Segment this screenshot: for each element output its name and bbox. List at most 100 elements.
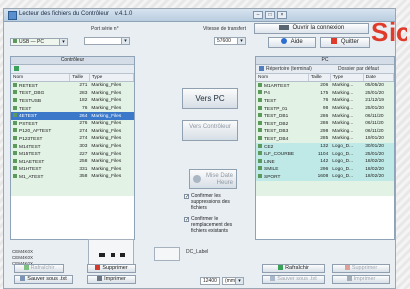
help-button[interactable]: Aide <box>268 37 316 48</box>
table-row[interactable] <box>256 188 394 196</box>
table-row[interactable]: CE2 132 Logo_D... 30/01/20 <box>256 142 394 151</box>
table-row[interactable] <box>11 188 134 196</box>
file-icon <box>13 166 17 171</box>
controller-column-header[interactable]: Nom <box>11 74 71 82</box>
table-cell-name: SPORT <box>256 173 309 181</box>
cell-text: SMILE <box>264 167 279 173</box>
pc-panel: PC Répertoire (terminal) Dossier par déf… <box>255 56 395 240</box>
cell-text: 18/02/20 <box>365 174 384 180</box>
table-row[interactable]: LINE 142 Logo_D... 18/02/20 <box>256 157 394 166</box>
table-row[interactable]: RETEST 271 Marking_Files <box>11 81 134 90</box>
right-save-txt-button[interactable]: Sauver sous .txt <box>262 275 325 284</box>
cell-text: Marking... <box>332 83 354 89</box>
right-refresh-button[interactable]: Rafraîchir <box>262 264 325 273</box>
file-icon <box>13 128 17 133</box>
right-save-txt-label: Sauver sous .txt <box>277 276 317 282</box>
open-connection-button[interactable]: Ouvrir la connexion <box>254 23 369 34</box>
cell-text: 274 <box>79 136 88 142</box>
quit-button[interactable]: Quitter <box>320 37 370 48</box>
cell-text: Marking_Files <box>91 98 122 104</box>
right-refresh-label: Rafraîchir <box>285 265 309 271</box>
cell-text: LINE <box>264 159 275 165</box>
table-row[interactable]: P4 175 Marking... 25/01/20 <box>256 89 394 98</box>
pc-default-folder[interactable]: Dossier par défaut <box>338 66 379 72</box>
controller-column-header[interactable]: Taille <box>69 74 90 82</box>
table-cell-size: 175 <box>308 89 331 98</box>
table-row[interactable] <box>256 180 394 189</box>
file-icon <box>258 166 262 171</box>
table-row[interactable]: P120_AFTEST 274 Marking_Files <box>11 127 134 136</box>
port-select[interactable]: ▾ <box>84 37 130 45</box>
table-cell-date: 18/02/20 <box>363 165 394 174</box>
table-cell-name: SMILE <box>256 165 309 174</box>
zoom-unit-select[interactable]: (mm) ▾ <box>222 277 244 285</box>
to-controller-button[interactable]: Vers Contrôleur <box>182 120 238 141</box>
table-cell-size: 331 <box>69 165 90 174</box>
file-icon <box>258 173 262 178</box>
cell-text: 286 <box>320 121 329 127</box>
table-row[interactable]: TEST_DBG 283 Marking_Files <box>11 89 134 98</box>
cell-text: 25/01/20 <box>365 106 384 112</box>
left-print-button[interactable]: Imprimer <box>87 275 136 284</box>
minimize-icon[interactable]: – <box>253 11 263 19</box>
cell-text: Marking_Files <box>91 166 122 172</box>
cell-text: 132 <box>320 144 329 150</box>
right-delete-button[interactable]: Supprimer <box>332 264 390 273</box>
left-refresh-button[interactable]: Rafraîchir <box>14 264 64 273</box>
svg-text:S: S <box>371 17 388 47</box>
to-pc-button[interactable]: Vers PC <box>182 88 238 109</box>
table-row[interactable]: TEST_DB3 298 Marking... 06/11/20 <box>256 127 394 136</box>
table-row[interactable]: M14TEST 303 Marking_Files <box>11 142 134 151</box>
table-row[interactable]: M1_ATEST 358 Marking_Files <box>11 173 134 181</box>
table-cell-name: PSTEST <box>11 119 70 128</box>
title-bar: Lecteur des fichiers du Contrôleur v.4.1… <box>4 9 395 22</box>
cell-text: 285 <box>320 136 329 142</box>
pc-column-header[interactable]: Taille <box>308 74 331 82</box>
open-connection-label: Ouvrir la connexion <box>292 25 345 31</box>
table-row[interactable]: TESTUSB 182 Marking_Files <box>11 97 134 105</box>
cell-text: P120_AFTEST <box>19 129 52 135</box>
table-row[interactable]: TEST 76 Marking... 21/12/19 <box>256 97 394 105</box>
cell-text: Marking_Files <box>91 121 122 127</box>
table-row[interactable]: SPORT 1608 Logo_D... 18/02/20 <box>256 173 394 181</box>
close-icon[interactable]: × <box>277 11 287 19</box>
cell-text: 18/02/20 <box>365 159 384 165</box>
right-print-button[interactable]: Imprimer <box>332 275 390 284</box>
table-row[interactable]: TEST_DB4 285 Marking... 19/01/20 <box>256 135 394 143</box>
table-row[interactable]: TEST_DB2 286 Marking... 06/11/20 <box>256 119 394 128</box>
table-row[interactable]: TEST 76 Marking_Files <box>11 104 134 113</box>
pc-column-header[interactable]: Date <box>363 74 394 82</box>
table-row[interactable]: P123TEST 274 Marking_Files <box>11 135 134 143</box>
cell-text: 258 <box>79 159 88 165</box>
controller-panel: Contrôleur Nom Taille Type RETEST 271 Markin… <box>10 56 135 240</box>
quit-label: Quitter <box>340 39 359 45</box>
table-row[interactable]: M15TEST 227 Marking_Files <box>11 150 134 158</box>
table-row[interactable]: TESTP_01 98 Marking... 25/01/20 <box>256 104 394 113</box>
file-icon <box>258 90 262 95</box>
table-cell-type: Logo_D... <box>330 157 364 166</box>
maximize-icon[interactable]: □ <box>265 11 275 19</box>
table-row[interactable]: SMILE 296 Logo_D... 18/02/20 <box>256 165 394 174</box>
source-select[interactable]: USB — PC ▾ <box>10 38 68 46</box>
pc-column-header[interactable]: Nom <box>256 74 309 82</box>
cell-text: M1ARTEST <box>264 83 290 89</box>
table-row[interactable]: M1AETEST 258 Marking_Files <box>11 157 134 166</box>
folder-icon <box>14 66 19 71</box>
set-datetime-button[interactable]: Mise Date Heure <box>189 169 237 189</box>
left-save-txt-button[interactable]: Sauver sous .txt <box>14 275 73 284</box>
cell-text: 303 <box>79 144 88 150</box>
speed-select[interactable]: 57600 ▾ <box>214 37 246 45</box>
left-delete-button[interactable]: Supprimer <box>87 264 136 273</box>
table-row[interactable]: M1ARTEST 206 Marking... 05/05/20 <box>256 81 394 90</box>
zoom-field[interactable]: 12400 <box>200 277 220 285</box>
table-row[interactable] <box>11 180 134 189</box>
table-row[interactable]: ILF_COURBE 1104 Logo_D... 25/01/20 <box>256 150 394 158</box>
pc-column-header[interactable]: Type <box>330 74 364 82</box>
table-row[interactable]: 4ETEST 264 Marking_Files <box>11 112 134 120</box>
table-row[interactable]: M1HTEST 331 Marking_Files <box>11 165 134 174</box>
file-icon <box>258 143 262 148</box>
controller-column-header[interactable]: Type <box>89 74 134 82</box>
table-row[interactable]: PSTEST 276 Marking_Files <box>11 119 134 128</box>
table-cell-type: Marking... <box>330 127 364 136</box>
table-row[interactable]: TEST_DB1 286 Marking... 06/11/20 <box>256 112 394 120</box>
